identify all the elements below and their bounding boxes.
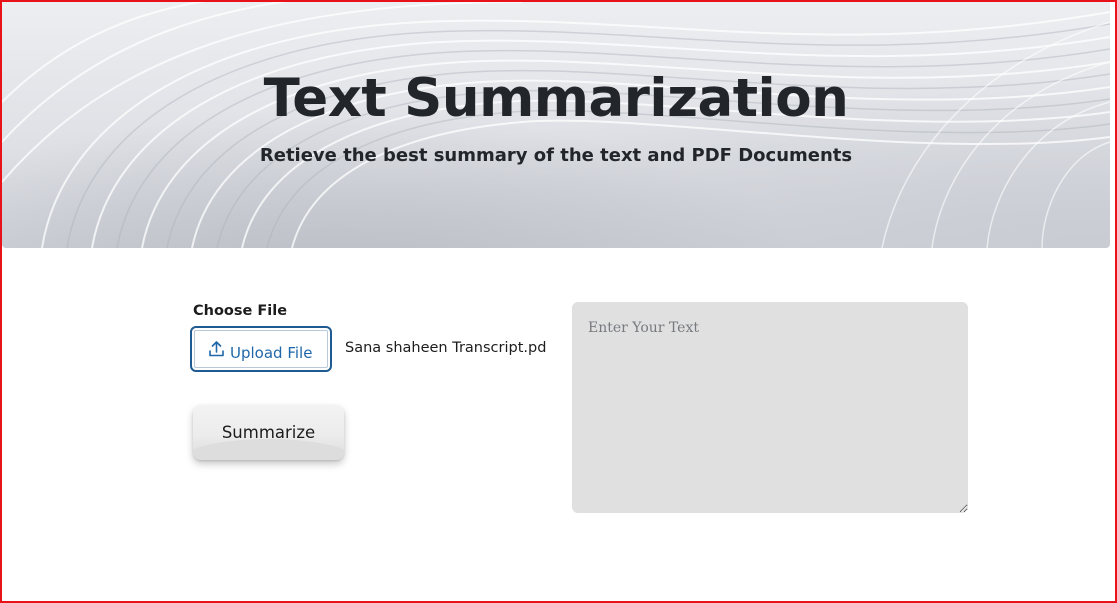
- upload-icon: [209, 341, 224, 357]
- text-input[interactable]: [572, 302, 968, 513]
- upload-file-button[interactable]: Upload File: [190, 326, 332, 372]
- summarize-button[interactable]: Summarize: [193, 405, 344, 460]
- hero-banner: Text Summarization Retieve the best summ…: [2, 2, 1110, 248]
- page-title: Text Summarization: [263, 68, 849, 129]
- selected-file-name: Sana shaheen Transcript.pd: [345, 340, 547, 356]
- summarize-label: Summarize: [221, 423, 316, 442]
- choose-file-label: Choose File: [193, 303, 288, 319]
- upload-file-label: Upload File: [230, 344, 313, 362]
- page-subtitle: Retieve the best summary of the text and…: [259, 145, 853, 166]
